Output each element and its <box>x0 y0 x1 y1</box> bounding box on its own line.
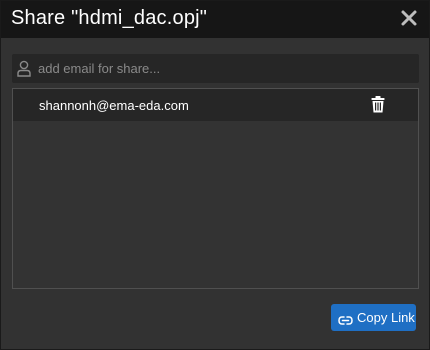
list-item: shannonh@ema-eda.com <box>13 89 418 121</box>
user-icon <box>17 60 31 77</box>
shared-users-list: shannonh@ema-eda.com <box>12 88 419 289</box>
close-icon[interactable] <box>400 9 418 27</box>
dialog-titlebar: Share "hdmi_dac.opj" <box>1 1 429 38</box>
email-search-row <box>12 54 419 83</box>
share-email: shannonh@ema-eda.com <box>39 98 189 113</box>
email-search-input[interactable] <box>38 54 413 83</box>
dialog-title: Share "hdmi_dac.opj" <box>11 7 208 29</box>
trash-icon[interactable] <box>371 96 385 113</box>
link-icon <box>338 313 353 325</box>
share-dialog: Share "hdmi_dac.opj" shannonh@ema-eda.co… <box>0 0 430 350</box>
copy-link-label: Copy Link <box>357 310 415 325</box>
copy-link-button[interactable]: Copy Link <box>331 304 416 331</box>
